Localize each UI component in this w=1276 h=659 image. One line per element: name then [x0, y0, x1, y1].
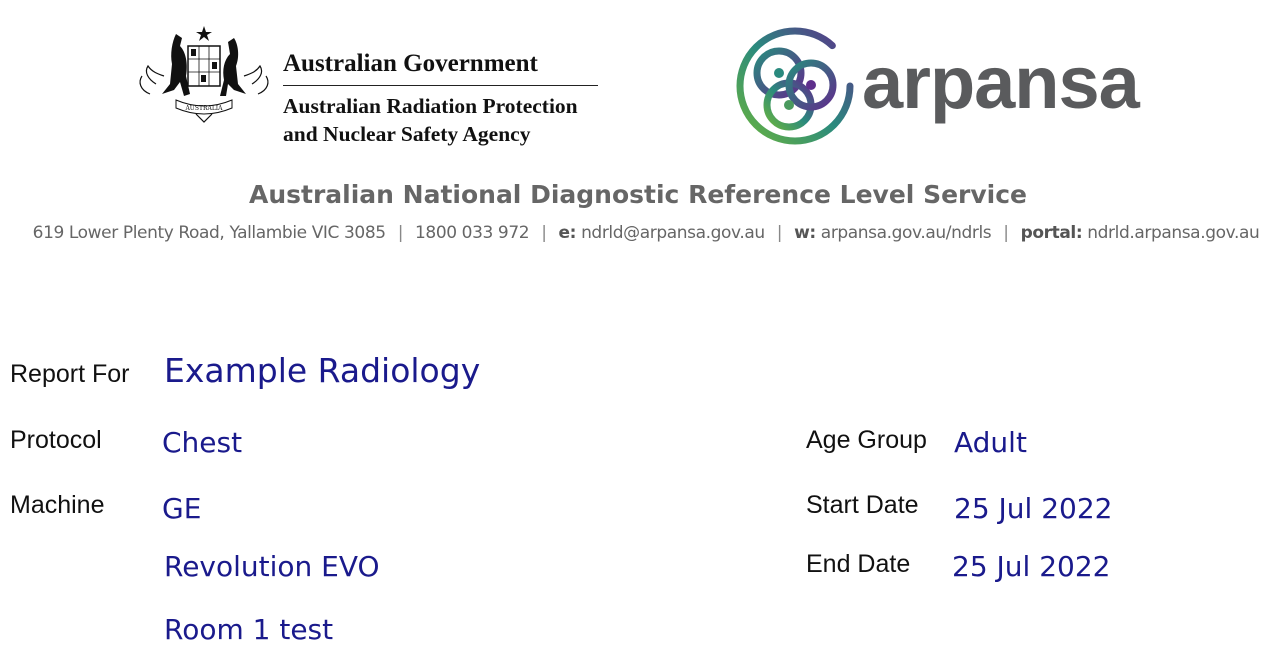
machine-room: Room 1 test — [164, 613, 334, 646]
agency-line-1: Australian Radiation Protection — [283, 94, 578, 118]
crest-banner-text: AUSTRALIA — [184, 105, 223, 112]
government-identity: Australian Government Australian Radiati… — [283, 50, 601, 148]
age-group-value: Adult — [954, 426, 1027, 459]
agency-line-2: and Nuclear Safety Agency — [283, 122, 531, 146]
start-date-value: 25 Jul 2022 — [954, 492, 1113, 525]
report-for-value: Example Radiology — [164, 351, 481, 390]
brand-name: arpansa — [862, 41, 1140, 124]
email-link[interactable]: ndrld@arpansa.gov.au — [581, 223, 765, 243]
start-date-label: Start Date — [806, 491, 919, 519]
machine-label: Machine — [10, 491, 105, 519]
web-link[interactable]: arpansa.gov.au/ndrls — [821, 223, 992, 243]
separator: | — [776, 223, 783, 243]
email-label: e: — [558, 223, 577, 243]
age-group-label: Age Group — [806, 426, 927, 454]
separator: | — [397, 223, 404, 243]
protocol-value: Chest — [162, 426, 243, 459]
report-for-label: Report For — [10, 360, 130, 388]
coat-of-arms-icon: AUSTRALIA — [136, 24, 272, 124]
separator: | — [541, 223, 547, 243]
machine-model: Revolution EVO — [164, 550, 380, 583]
phone-text: 1800 033 972 — [415, 223, 530, 243]
address-text: 619 Lower Plenty Road, Yallambie VIC 308… — [32, 223, 386, 243]
protocol-label: Protocol — [10, 426, 102, 454]
machine-make: GE — [162, 492, 202, 525]
portal-link[interactable]: ndrld.arpansa.gov.au — [1087, 223, 1259, 243]
service-title: Australian National Diagnostic Reference… — [248, 180, 1028, 209]
gov-divider — [283, 85, 598, 86]
web-label: w: — [794, 223, 816, 243]
end-date-value: 25 Jul 2022 — [952, 550, 1111, 583]
arpansa-knot-logo-icon — [733, 23, 857, 149]
contact-line: 619 Lower Plenty Road, Yallambie VIC 308… — [0, 220, 1276, 246]
portal-label: portal: — [1020, 223, 1083, 243]
end-date-label: End Date — [806, 550, 911, 578]
separator: | — [1003, 223, 1009, 243]
gov-title: Australian Government — [283, 50, 538, 77]
